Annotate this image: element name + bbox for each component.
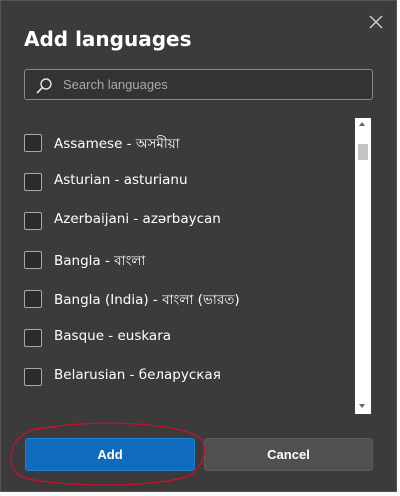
search-icon <box>36 78 52 94</box>
language-label: Bangla (India) - বাংলা (ভারত) <box>54 292 240 308</box>
language-checkbox[interactable] <box>24 134 42 152</box>
language-label: Bangla - বাংলা <box>54 253 146 269</box>
scroll-up-arrow-icon[interactable] <box>359 122 365 126</box>
language-checkbox[interactable] <box>24 329 42 347</box>
language-checkbox[interactable] <box>24 290 42 308</box>
language-item[interactable]: Basque - euskara <box>1 318 355 357</box>
language-checkbox[interactable] <box>24 368 42 386</box>
language-item[interactable]: Azerbaijani - azərbaycan <box>1 201 355 240</box>
dialog-title: Add languages <box>24 27 192 51</box>
scrollbar-thumb[interactable] <box>358 144 368 160</box>
add-button[interactable]: Add <box>25 438 195 471</box>
close-button[interactable] <box>365 11 387 33</box>
language-label: Belarusian - беларуская <box>54 367 221 383</box>
language-label: Asturian - asturianu <box>54 172 188 188</box>
cancel-button[interactable]: Cancel <box>204 438 373 471</box>
language-item[interactable]: Bangla (India) - বাংলা (ভারত) <box>1 279 355 318</box>
language-checkbox[interactable] <box>24 251 42 269</box>
language-item[interactable]: Belarusian - беларуская <box>1 357 355 396</box>
language-checkbox[interactable] <box>24 173 42 191</box>
language-label: Basque - euskara <box>54 328 172 344</box>
language-label: Azerbaijani - azərbaycan <box>54 211 221 227</box>
close-icon <box>369 15 383 29</box>
language-label: Assamese - অসমীয়া <box>54 136 180 152</box>
language-item[interactable]: Assamese - অসমীয়া <box>1 123 355 162</box>
language-checkbox[interactable] <box>24 212 42 230</box>
list-scrollbar[interactable] <box>355 118 371 414</box>
scroll-down-arrow-icon[interactable] <box>359 404 365 408</box>
language-item[interactable]: Arabic - العربية <box>1 114 355 123</box>
search-box <box>24 69 373 100</box>
search-input[interactable] <box>63 70 363 99</box>
language-item[interactable]: Bangla - বাংলা <box>1 240 355 279</box>
add-languages-dialog: Add languages Arabic - العربية Assamese -… <box>0 0 397 492</box>
language-list: Arabic - العربية Assamese - অসমীয়া Asturi… <box>1 114 355 408</box>
language-item[interactable]: Asturian - asturianu <box>1 162 355 201</box>
